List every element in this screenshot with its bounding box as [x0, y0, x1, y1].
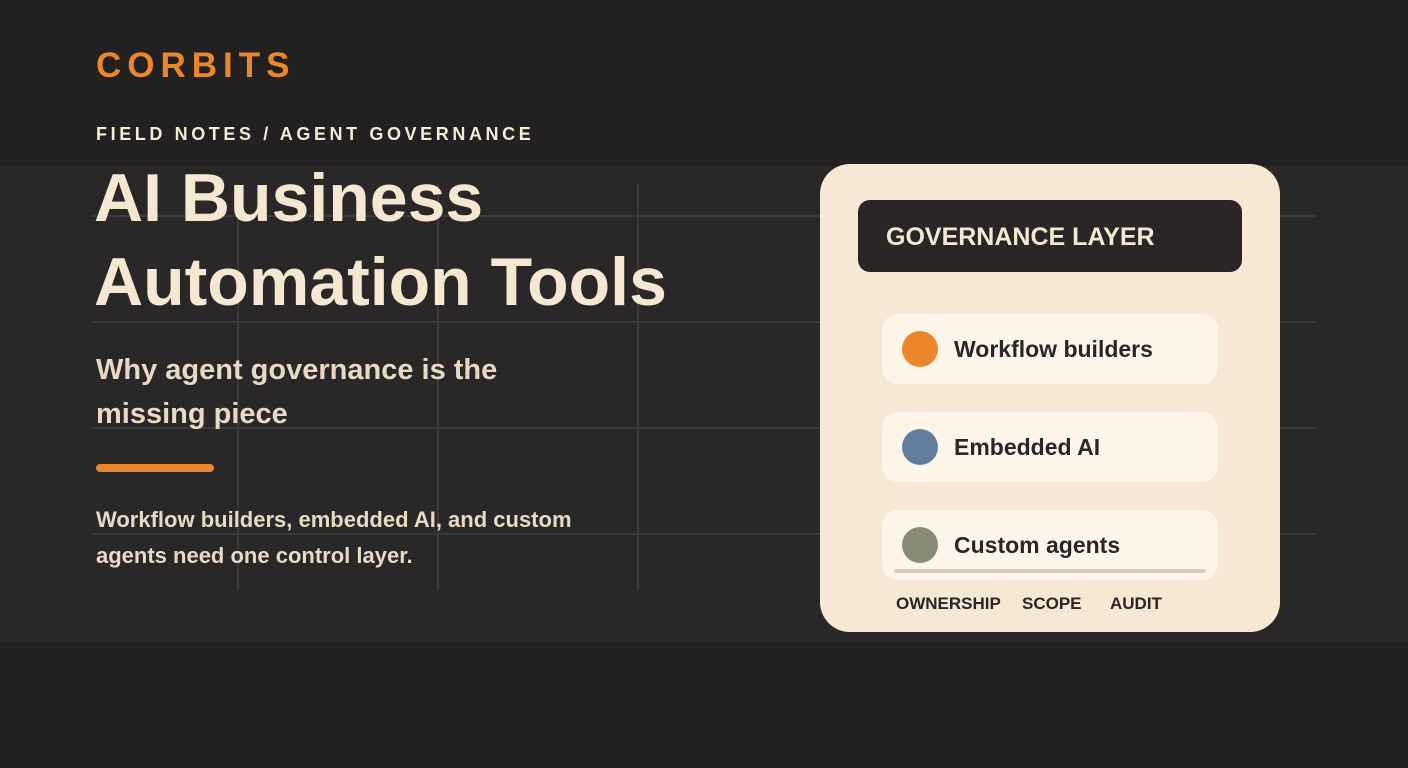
body-text: Workflow builders, embedded AI, and cust…: [96, 507, 572, 568]
brand-logo: CORBITS: [96, 46, 296, 85]
footer-label-ownership: OWNERSHIP: [896, 594, 1001, 613]
orange-dot-icon: [902, 331, 938, 367]
governance-card: GOVERNANCE LAYER Workflow builders Embed…: [820, 164, 1280, 632]
list-item-label: Workflow builders: [954, 336, 1153, 362]
list-item-embedded-ai: Embedded AI: [882, 412, 1218, 482]
page: CORBITS FIELD NOTES / AGENT GOVERNANCE A…: [0, 0, 1408, 768]
card-header: GOVERNANCE LAYER: [858, 200, 1242, 272]
page-subtitle: Why agent governance is the missing piec…: [96, 354, 498, 430]
list-item-label: Custom agents: [954, 532, 1121, 558]
page-title: AI Business Automation Tools: [94, 160, 667, 320]
list-item-label: Embedded AI: [954, 434, 1101, 460]
card-divider: [894, 569, 1206, 573]
footer-label-audit: AUDIT: [1110, 594, 1162, 613]
blue-dot-icon: [902, 429, 938, 465]
footer-label-scope: SCOPE: [1022, 594, 1082, 613]
card-header-label: GOVERNANCE LAYER: [886, 223, 1155, 251]
gray-dot-icon: [902, 527, 938, 563]
section-eyebrow: FIELD NOTES / AGENT GOVERNANCE: [96, 124, 535, 144]
accent-divider: [96, 464, 214, 472]
list-item-workflow-builders: Workflow builders: [882, 314, 1218, 384]
